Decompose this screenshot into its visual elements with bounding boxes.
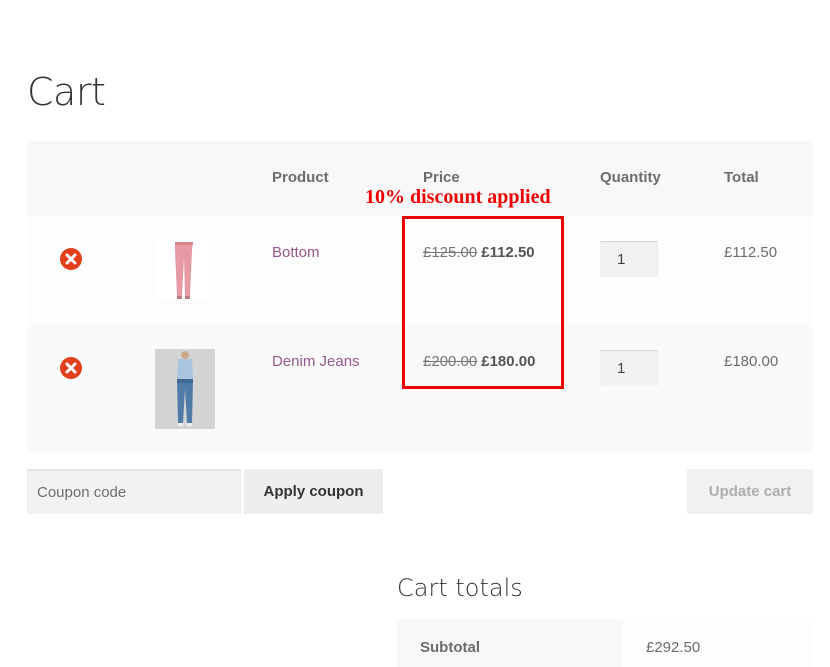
header-product: Product <box>272 169 329 186</box>
cart-totals-title: Cart totals <box>397 574 523 602</box>
price-highlight-box <box>402 216 564 389</box>
product-thumbnail[interactable] <box>155 240 215 300</box>
discount-annotation: 10% discount applied <box>365 186 551 208</box>
product-link[interactable]: Bottom <box>272 244 320 261</box>
header-total: Total <box>724 169 759 186</box>
product-link[interactable]: Denim Jeans <box>272 353 360 370</box>
subtotal-label-cell: Subtotal <box>397 619 623 667</box>
line-total: £112.50 <box>724 244 778 261</box>
quantity-input[interactable] <box>600 241 658 277</box>
coupon-code-input[interactable] <box>27 469 241 514</box>
header-price: Price <box>423 169 460 186</box>
header-quantity: Quantity <box>600 169 661 186</box>
remove-item-icon[interactable] <box>60 248 82 270</box>
line-total: £180.00 <box>724 353 779 370</box>
apply-coupon-button[interactable]: Apply coupon <box>244 469 383 514</box>
subtotal-value-cell: £292.50 <box>623 619 813 667</box>
subtotal-label: Subtotal <box>420 639 480 656</box>
cart-totals-table: Subtotal £292.50 <box>397 619 813 667</box>
subtotal-value: £292.50 <box>646 639 701 656</box>
remove-item-icon[interactable] <box>60 357 82 379</box>
quantity-input[interactable] <box>600 350 658 386</box>
product-thumbnail[interactable] <box>155 349 215 429</box>
update-cart-button[interactable]: Update cart <box>687 469 813 514</box>
page-title: Cart <box>27 70 106 114</box>
